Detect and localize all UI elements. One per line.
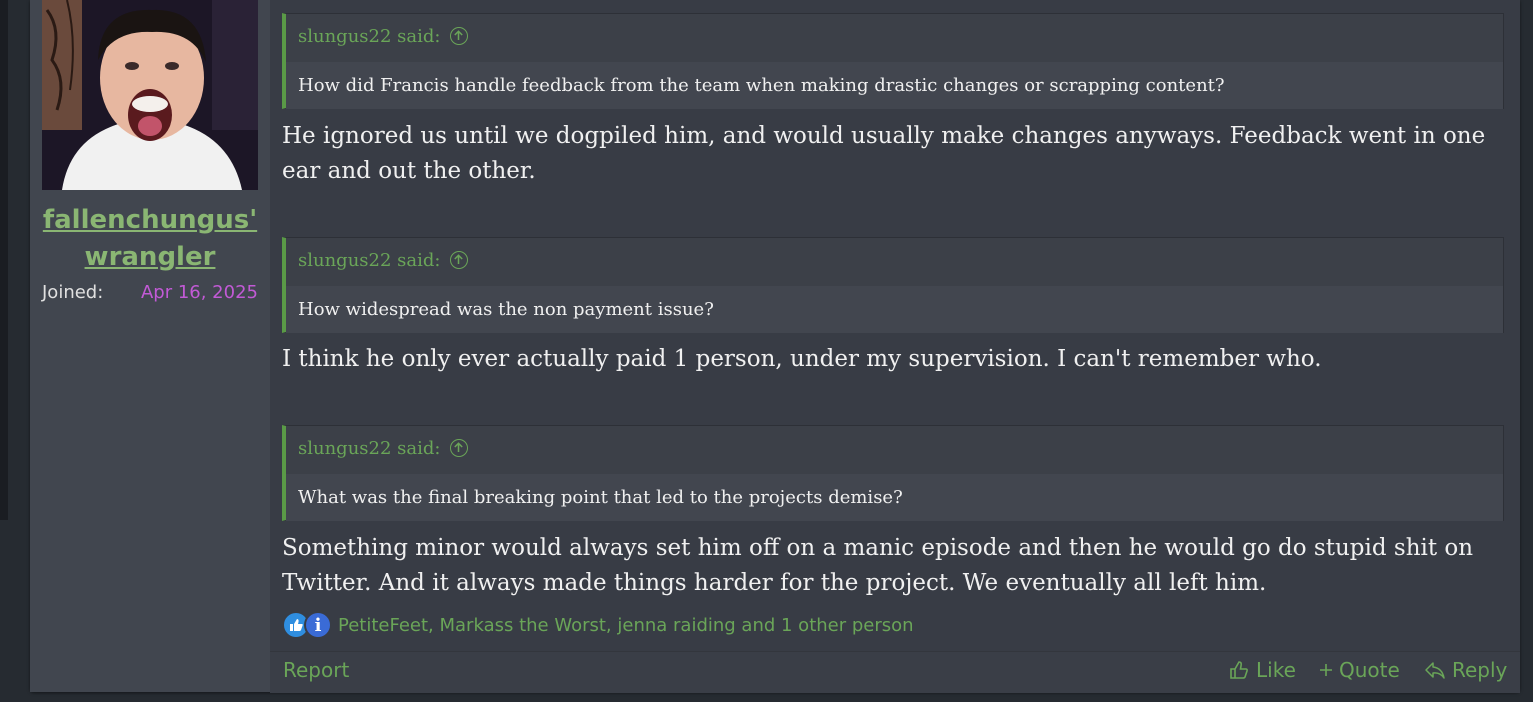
left-edge-background [0, 0, 8, 520]
report-link[interactable]: Report [283, 658, 349, 682]
joined-label: Joined: [42, 282, 104, 303]
reply-text: He ignored us until we dogpiled him, and… [282, 123, 1486, 184]
reactions-bar[interactable]: i PetiteFeet, Markass the Worst, jenna r… [282, 611, 914, 639]
quote-label[interactable]: Quote [1339, 658, 1400, 682]
quote-block: slungus22 said: What was the final break… [282, 425, 1504, 521]
quote-author[interactable]: slungus22 said: [298, 26, 440, 47]
quote-text: How widespread was the non payment issue… [286, 286, 1503, 333]
thumbs-up-outline-icon [1230, 661, 1248, 679]
quote-button[interactable]: Quote [1319, 658, 1400, 682]
quote-header[interactable]: slungus22 said: [298, 436, 469, 460]
reply-label[interactable]: Reply [1452, 658, 1507, 682]
like-button[interactable]: Like [1228, 658, 1296, 682]
quote-header[interactable]: slungus22 said: [298, 24, 469, 48]
quote-block: slungus22 said: How did Francis handle f… [282, 13, 1504, 109]
quote-text: How did Francis handle feedback from the… [286, 62, 1503, 109]
arrow-up-circle-icon[interactable] [450, 27, 469, 45]
forum-post: fallenchungus' wrangler Joined: Apr 16, … [30, 0, 1520, 693]
post-content: slungus22 said: How did Francis handle f… [270, 0, 1520, 693]
username-line-2[interactable]: wrangler [30, 239, 270, 276]
quote-block: slungus22 said: How widespread was the n… [282, 237, 1504, 333]
reply-arrow-icon [1425, 662, 1445, 679]
info-icon[interactable]: i [304, 611, 332, 639]
joined-info: Joined: Apr 16, 2025 [42, 282, 258, 306]
quote-author[interactable]: slungus22 said: [298, 438, 440, 459]
quote-text: What was the final breaking point that l… [286, 474, 1503, 521]
avatar[interactable] [42, 0, 258, 190]
quote-header[interactable]: slungus22 said: [298, 248, 469, 272]
joined-date: Apr 16, 2025 [140, 282, 258, 303]
reactors-list[interactable]: PetiteFeet, Markass the Worst, jenna rai… [338, 615, 914, 636]
quote-author[interactable]: slungus22 said: [298, 250, 440, 271]
user-sidebar: fallenchungus' wrangler Joined: Apr 16, … [30, 0, 270, 692]
like-label[interactable]: Like [1256, 658, 1296, 682]
username-line-1[interactable]: fallenchungus' [30, 202, 270, 239]
reply-text: Something minor would always set him off… [282, 535, 1474, 596]
arrow-up-circle-icon[interactable] [450, 251, 469, 269]
reply-button[interactable]: Reply [1424, 658, 1507, 682]
post-actions-bar: Report Like Quote Reply [270, 651, 1520, 693]
username-link[interactable]: fallenchungus' wrangler [30, 202, 270, 276]
arrow-up-circle-icon[interactable] [450, 439, 469, 457]
reply-text: I think he only ever actually paid 1 per… [282, 346, 1322, 372]
plus-icon [1320, 664, 1332, 676]
